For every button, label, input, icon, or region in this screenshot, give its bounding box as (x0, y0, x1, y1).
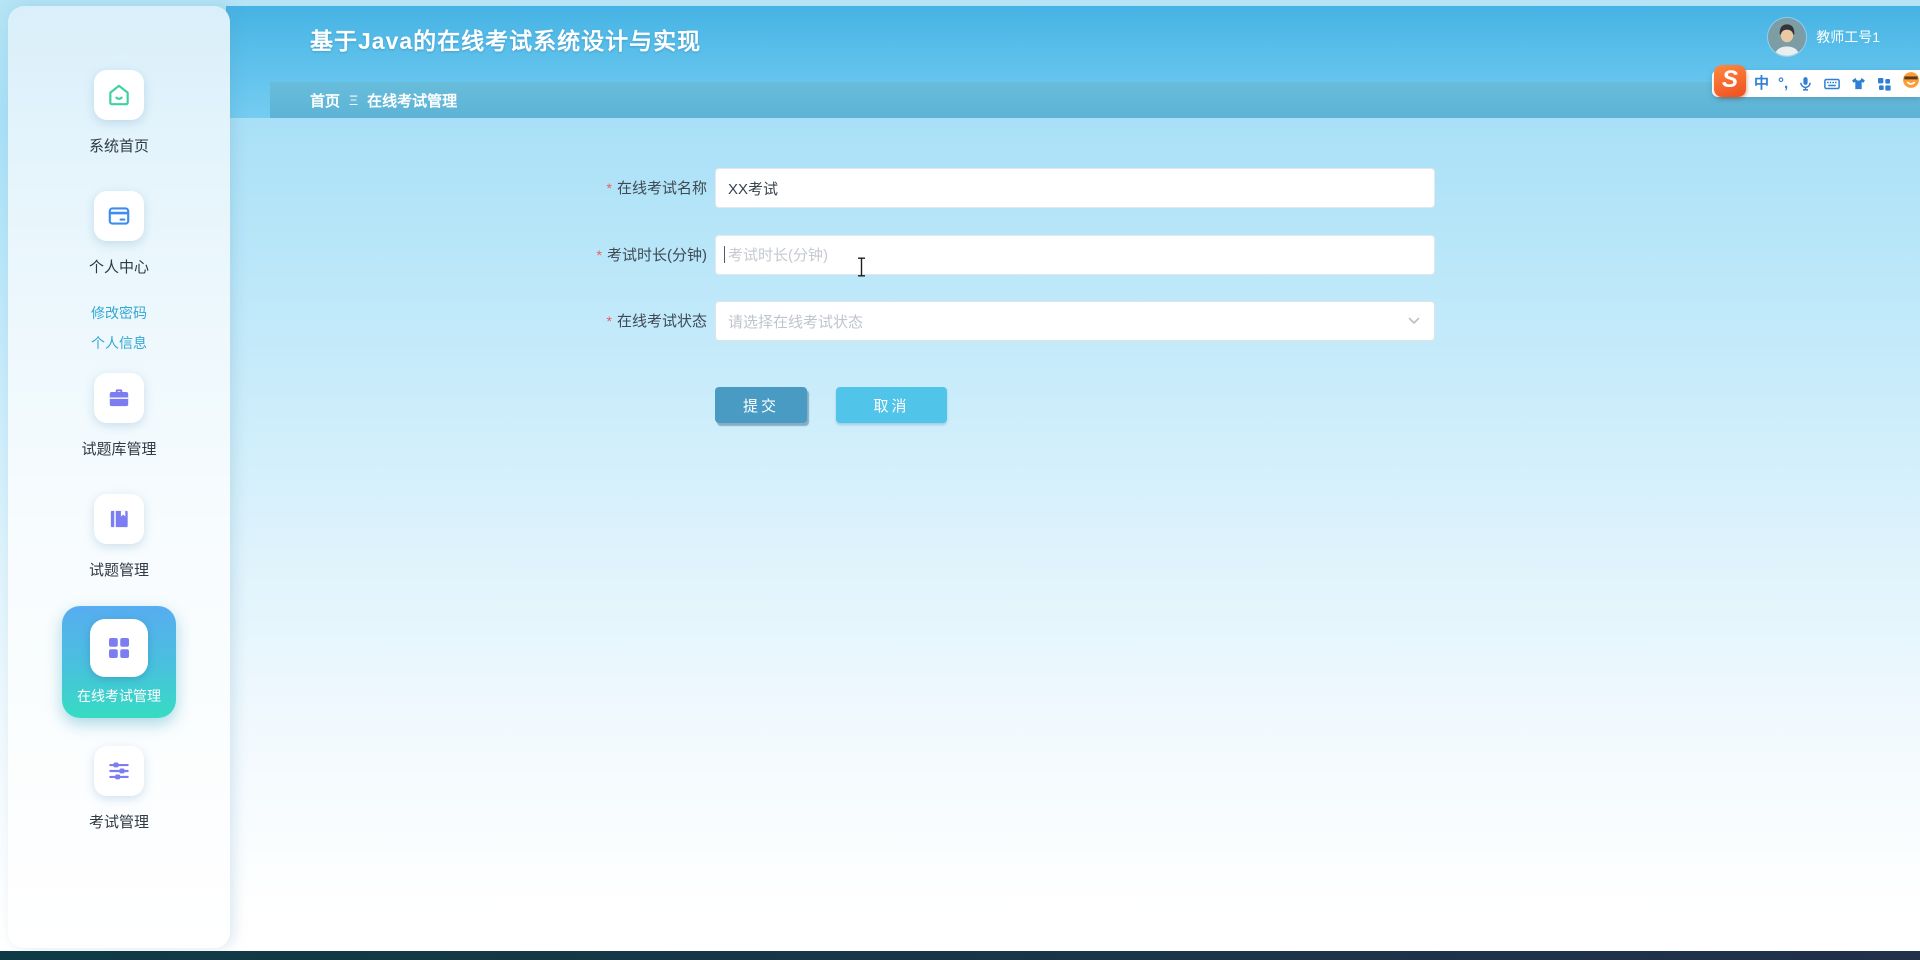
sidebar-link-personal-info[interactable]: 个人信息 (8, 328, 230, 358)
book-icon (94, 494, 144, 544)
microphone-icon[interactable] (1797, 75, 1814, 92)
skin-tshirt-icon[interactable] (1850, 75, 1867, 92)
text-caret (724, 246, 725, 263)
briefcase-icon (94, 373, 144, 423)
sidebar-item-online-exam-mgmt-active[interactable]: 在线考试管理 (62, 606, 176, 718)
exam-name-input[interactable] (715, 168, 1435, 208)
sidebar-item-exam-mgmt[interactable]: 考试管理 (8, 746, 230, 832)
field-label: * 在线考试名称 (606, 180, 707, 197)
username: 教师工号1 (1816, 29, 1880, 45)
sidebar-profile-links: 修改密码 个人信息 (8, 298, 230, 358)
home-icon (94, 70, 144, 120)
keyboard-icon[interactable] (1823, 75, 1841, 93)
grid-icon (90, 619, 148, 677)
id-card-icon (94, 191, 144, 241)
page: 基于Java的在线考试系统设计与实现 教师工号1 首页 Ξ 在线考试管理 系统首… (0, 0, 1920, 960)
breadcrumb-current: 在线考试管理 (367, 92, 458, 110)
ibeam-cursor (856, 257, 867, 282)
exam-duration-input[interactable] (715, 235, 1435, 275)
avatar-image (1768, 18, 1807, 56)
sidebar-item-personal-center[interactable]: 个人中心 (8, 191, 230, 277)
sidebar-item-question-bank[interactable]: 试题库管理 (8, 373, 230, 459)
cancel-button[interactable]: 取消 (836, 387, 947, 423)
chinese-mode-icon[interactable]: 中 (1754, 76, 1769, 91)
page-title: 基于Java的在线考试系统设计与实现 (310, 28, 702, 54)
breadcrumb-home[interactable]: 首页 (310, 90, 340, 111)
sidebar-item-question-mgmt[interactable]: 试题管理 (8, 494, 230, 580)
sogou-logo-icon[interactable]: S (1714, 65, 1746, 97)
ime-toolbar: S 中 °, (1712, 65, 1920, 97)
sidebar-item-home[interactable]: 系统首页 (8, 70, 230, 156)
required-asterisk: * (606, 313, 612, 329)
sidebar-item-label: 考试管理 (88, 814, 149, 831)
avatar[interactable] (1768, 18, 1807, 56)
punctuation-icon[interactable]: °, (1778, 76, 1788, 91)
sidebar: 系统首页 个人中心 修改密码 个人信息 试题库管理 试题管理 在线考试管理 考试… (8, 6, 230, 948)
sliders-icon (94, 746, 144, 796)
breadcrumb: 首页 Ξ 在线考试管理 (270, 82, 1920, 118)
exam-status-select[interactable]: 请选择在线考试状态 (715, 301, 1435, 341)
chevron-down-icon (1408, 317, 1420, 325)
sidebar-item-label: 试题库管理 (81, 441, 157, 458)
sidebar-item-label: 个人中心 (88, 259, 149, 276)
toolbox-grid-icon[interactable] (1876, 76, 1892, 92)
user-info[interactable]: 教师工号1 (1768, 18, 1880, 56)
required-asterisk: * (606, 180, 612, 196)
sidebar-item-label: 系统首页 (88, 138, 149, 155)
field-label: * 在线考试状态 (606, 313, 707, 330)
sidebar-item-label: 试题管理 (88, 562, 149, 579)
form-row-exam-duration: * 考试时长(分钟) (0, 235, 1920, 275)
form-row-exam-name: * 在线考试名称 (0, 168, 1920, 208)
sidebar-link-change-password[interactable]: 修改密码 (8, 298, 230, 328)
header: 基于Java的在线考试系统设计与实现 教师工号1 首页 Ξ 在线考试管理 (226, 6, 1920, 118)
submit-button[interactable]: 提交 (715, 387, 807, 423)
select-placeholder: 请选择在线考试状态 (728, 313, 864, 331)
required-asterisk: * (596, 247, 602, 263)
bottom-bar (0, 951, 1920, 960)
field-label: * 考试时长(分钟) (596, 247, 707, 264)
sidebar-item-label: 在线考试管理 (77, 688, 161, 704)
form-actions: 提交 取消 (715, 387, 947, 423)
breadcrumb-separator-icon: Ξ (349, 92, 359, 108)
form-row-exam-status: * 在线考试状态 请选择在线考试状态 (0, 301, 1920, 341)
emoji-icon[interactable] (1901, 70, 1920, 90)
